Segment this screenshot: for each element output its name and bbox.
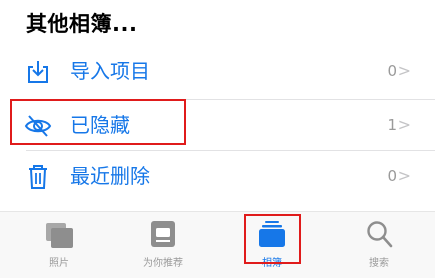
photos-icon bbox=[46, 223, 73, 248]
row-label: 导入项目 bbox=[70, 59, 150, 83]
section-title: 其他相簿... bbox=[26, 12, 138, 36]
row-label: 最近删除 bbox=[70, 164, 150, 188]
row-count: 0 bbox=[387, 62, 397, 80]
highlight-box bbox=[10, 99, 186, 145]
albums-page: 其他相簿... 导入项目 0 > 已隐藏 1 > 最近删除 0 > 照片 为你推… bbox=[0, 0, 435, 278]
tab-photos[interactable]: 照片 bbox=[24, 212, 94, 278]
row-count: 1 bbox=[387, 116, 397, 134]
tab-bar: 照片 为你推荐 相簿 搜索 bbox=[0, 211, 435, 278]
tab-for-you[interactable]: 为你推荐 bbox=[128, 212, 198, 278]
chevron-right-icon: > bbox=[397, 166, 411, 185]
divider bbox=[26, 150, 435, 151]
tab-label: 为你推荐 bbox=[143, 258, 183, 269]
highlight-box bbox=[244, 214, 301, 264]
tab-label: 搜索 bbox=[369, 258, 389, 269]
for-you-icon bbox=[151, 221, 175, 247]
tab-search[interactable]: 搜索 bbox=[344, 212, 414, 278]
chevron-right-icon: > bbox=[397, 61, 411, 80]
row-count: 0 bbox=[387, 167, 397, 185]
row-recently-deleted[interactable]: 最近删除 0 > bbox=[0, 152, 435, 202]
search-icon bbox=[367, 221, 393, 248]
import-icon bbox=[28, 61, 48, 83]
chevron-right-icon: > bbox=[397, 115, 411, 134]
trash-icon bbox=[29, 165, 47, 189]
tab-label: 照片 bbox=[49, 258, 69, 269]
row-imports[interactable]: 导入项目 0 > bbox=[0, 47, 435, 97]
